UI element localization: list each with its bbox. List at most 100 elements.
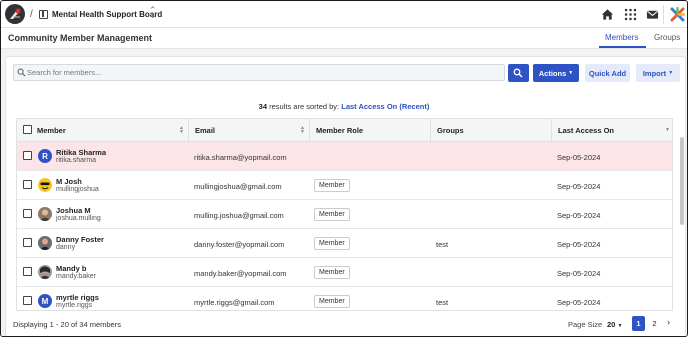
member-role-badge[interactable]: Member	[314, 266, 350, 279]
sort-icon[interactable]: ▲ ▼	[179, 126, 184, 135]
search-input[interactable]	[27, 66, 497, 79]
member-email: mullingjoshua@gmail.com	[194, 182, 282, 191]
photo-icon	[38, 207, 52, 221]
quick-add-button[interactable]: Quick Add	[585, 64, 630, 82]
column-member-role-label: Member Role	[316, 126, 364, 135]
member-role-badge[interactable]: Member	[314, 237, 350, 250]
scrollbar-thumb[interactable]	[680, 137, 684, 225]
home-icon[interactable]	[601, 8, 614, 21]
column-email-label: Email	[195, 126, 216, 135]
sort-key-link[interactable]: Last Access On (Recent)	[341, 102, 429, 111]
actions-button-label: Actions	[538, 68, 567, 78]
pagination-summary: Displaying 1 - 20 of 34 members	[13, 320, 121, 329]
member-role-badge[interactable]: Member	[314, 295, 350, 308]
table-row[interactable]: Danny Foster danny danny.foster@yopmail.…	[17, 229, 672, 258]
photo-icon	[38, 236, 52, 250]
table-header: Member ▲ ▼ Email ▲ ▼ Member Role Groups La…	[17, 119, 672, 142]
search-icon	[17, 68, 26, 77]
brand-cross-icon[interactable]	[670, 6, 686, 22]
last-access: Sep-05-2024	[557, 182, 601, 191]
row-checkbox[interactable]	[23, 267, 32, 276]
results-text: results are sorted by:	[269, 102, 340, 111]
actions-button[interactable]: Actions ▼	[533, 64, 579, 82]
member-handle: mullingjoshua	[56, 186, 99, 193]
member-role-badge[interactable]: Member	[314, 208, 350, 221]
board-icon	[39, 10, 48, 19]
mail-icon[interactable]	[646, 8, 659, 21]
member-role-badge[interactable]: Member	[314, 179, 350, 192]
apps-grid-icon[interactable]	[624, 8, 637, 21]
breadcrumb-separator: /	[30, 9, 33, 20]
page-button-1[interactable]: 1	[632, 316, 645, 331]
emoji-face-icon	[38, 178, 52, 192]
photo-icon	[38, 265, 52, 279]
member-name[interactable]: Mandy b	[56, 264, 86, 273]
member-handle: ritika.sharma	[56, 157, 97, 164]
member-email: myrtle.riggs@gmail.com	[194, 298, 275, 307]
column-email[interactable]: Email ▲ ▼	[188, 119, 309, 142]
member-name[interactable]: Joshua M	[56, 206, 91, 215]
sort-icon[interactable]: ▲ ▼	[300, 126, 305, 135]
row-checkbox[interactable]	[23, 209, 32, 218]
search-bar[interactable]	[13, 64, 505, 81]
table-row[interactable]: Mandy b mandy.baker mandy.baker@yopmail.…	[17, 258, 672, 287]
app-window: / Mental Health Support Board ⌃ ⌄ Commun…	[0, 0, 688, 337]
import-label: Import	[642, 68, 667, 78]
sort-desc-icon[interactable]: ▼	[665, 128, 670, 133]
table-row[interactable]: R Ritika Sharma ritika.sharma ritika.sha…	[17, 142, 672, 171]
select-all-checkbox[interactable]	[23, 125, 32, 134]
row-checkbox[interactable]	[23, 296, 32, 305]
column-last-access[interactable]: Last Access On ▼	[551, 119, 672, 142]
column-last-access-label: Last Access On	[558, 126, 614, 135]
search-icon	[513, 68, 523, 78]
last-access: Sep-05-2024	[557, 240, 601, 249]
avatar: R	[38, 149, 52, 163]
last-access: Sep-05-2024	[557, 153, 601, 162]
member-handle: myrtle.riggs	[56, 302, 93, 309]
page-button-2[interactable]: 2	[648, 316, 661, 331]
page-size-select[interactable]: 20 ▼	[607, 320, 622, 329]
avatar: M	[38, 294, 52, 308]
member-email: ritika.sharma@yopmail.com	[194, 153, 287, 162]
table-row[interactable]: M myrtle riggs myrtle.riggs myrtle.riggs…	[17, 287, 672, 310]
table-row[interactable]: Joshua M joshua.mulling mulling.joshua@g…	[17, 200, 672, 229]
page-size-value: 20	[607, 320, 616, 329]
member-handle: danny	[56, 244, 76, 251]
results-summary: 34 results are sorted by: Last Access On…	[1, 102, 687, 111]
next-page-icon[interactable]: ›	[667, 317, 670, 327]
member-handle: joshua.mulling	[56, 215, 101, 222]
last-access: Sep-05-2024	[557, 211, 601, 220]
search-button[interactable]	[508, 64, 529, 82]
member-handle: mandy.baker	[56, 273, 96, 280]
app-logo-icon[interactable]	[5, 4, 25, 24]
member-name[interactable]: M Josh	[56, 177, 82, 186]
row-checkbox[interactable]	[23, 151, 32, 160]
row-checkbox[interactable]	[23, 238, 32, 247]
member-group: test	[436, 298, 449, 307]
last-access: Sep-05-2024	[557, 269, 601, 278]
table-row[interactable]: M Josh mullingjoshua mullingjoshua@gmail…	[17, 171, 672, 200]
column-member-role: Member Role	[309, 119, 430, 142]
column-groups: Groups	[430, 119, 551, 142]
toolbar-divider	[663, 5, 664, 24]
page-size-label: Page Size	[568, 320, 603, 329]
last-access: Sep-05-2024	[557, 298, 601, 307]
caret-down-icon: ▼	[568, 70, 574, 76]
members-table: Member ▲ ▼ Email ▲ ▼ Member Role Groups La…	[16, 118, 673, 311]
tab-groups[interactable]: Groups	[654, 33, 680, 42]
board-name[interactable]: Mental Health Support Board	[52, 10, 162, 19]
column-groups-label: Groups	[437, 126, 464, 135]
member-email: mandy.baker@yopmail.com	[194, 269, 287, 278]
member-email: mulling.joshua@gmail.com	[194, 211, 284, 220]
member-group: test	[436, 240, 449, 249]
member-name[interactable]: Ritika Sharma	[56, 148, 106, 157]
board-switch-chevron-icon[interactable]: ⌃ ⌄	[149, 6, 157, 20]
column-member[interactable]: Member ▲ ▼	[17, 119, 188, 142]
import-button[interactable]: Import ▼	[636, 64, 680, 82]
top-bar: / Mental Health Support Board ⌃ ⌄	[1, 1, 687, 28]
tab-members[interactable]: Members	[605, 33, 638, 42]
member-name[interactable]: myrtle riggs	[56, 293, 99, 302]
column-member-label: Member	[37, 126, 66, 135]
row-checkbox[interactable]	[23, 180, 32, 189]
member-name[interactable]: Danny Foster	[56, 235, 104, 244]
